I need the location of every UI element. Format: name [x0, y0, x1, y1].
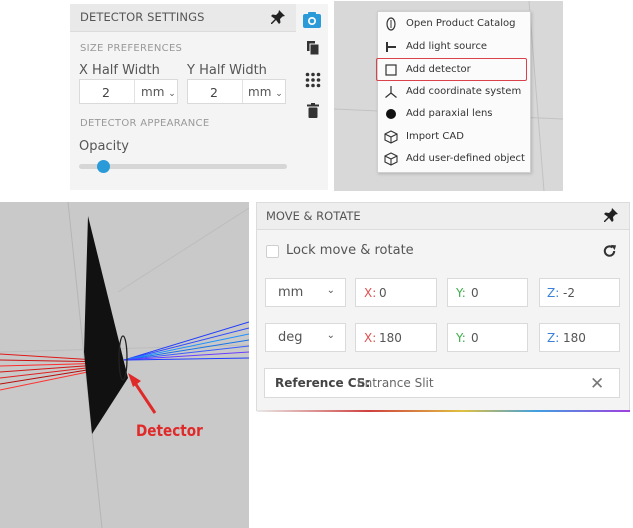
rotation-x-axis: X: [364, 331, 377, 345]
menu-item-add-light-source[interactable]: Add light source [378, 36, 530, 58]
detector-appearance-heading: DETECTOR APPEARANCE [80, 118, 210, 129]
bottom-accent-strip [257, 410, 630, 412]
x-half-width-value: 2 [102, 85, 110, 100]
user-object-icon [384, 152, 398, 166]
size-preferences-heading: SIZE PREFERENCES [80, 43, 183, 54]
chevron-down-icon: ⌄ [326, 285, 335, 296]
rotation-y-input[interactable]: Y: 0 [447, 323, 528, 352]
menu-item-add-paraxial-lens[interactable]: Add paraxial lens [378, 103, 530, 125]
chevron-down-icon: ⌄ [275, 89, 283, 99]
translation-y-value: 0 [471, 286, 479, 300]
copy-icon[interactable] [306, 40, 320, 56]
chevron-down-icon: ⌄ [168, 89, 176, 99]
scene-render [0, 202, 249, 528]
rotation-y-axis: Y: [456, 331, 466, 345]
rotation-unit-value: deg [278, 330, 303, 345]
rotation-y-value: 0 [471, 331, 479, 345]
coordinate-system-icon [385, 86, 397, 98]
3d-viewport[interactable] [0, 202, 249, 528]
translation-y-axis: Y: [456, 286, 466, 300]
x-unit-divider [134, 80, 135, 103]
detector-arrowhead [128, 373, 141, 387]
blue-rays [123, 321, 249, 361]
pin-icon[interactable] [603, 207, 619, 223]
detector-arrow [131, 379, 157, 414]
translation-x-axis: X: [364, 286, 377, 300]
reference-cs-label: Reference CS: [275, 376, 371, 390]
pin-icon[interactable] [270, 9, 286, 25]
detector-annotation: Detector [136, 421, 203, 440]
lock-move-rotate-label: Lock move & rotate [286, 243, 414, 258]
add-detector-highlight [376, 58, 527, 81]
opacity-label: Opacity [79, 139, 130, 154]
catalog-icon [386, 17, 396, 31]
x-half-width-label: X Half Width [79, 63, 160, 78]
menu-item-add-coordinate-system[interactable]: Add coordinate system [378, 81, 530, 103]
rotation-unit-select[interactable]: deg ⌄ [265, 323, 346, 352]
rotation-z-value: 180 [563, 331, 586, 345]
reset-icon[interactable] [602, 243, 617, 259]
y-unit-select[interactable]: mm ⌄ [248, 85, 283, 99]
rotation-z-axis: Z: [547, 331, 560, 345]
menu-item-label: Add user-defined object [406, 153, 525, 164]
reference-cs-value: Entrance Slit [357, 376, 434, 390]
move-rotate-title: MOVE & ROTATE [266, 209, 361, 223]
opacity-slider[interactable] [79, 164, 287, 169]
translation-y-input[interactable]: Y: 0 [447, 278, 528, 307]
detector-settings-title: DETECTOR SETTINGS [80, 10, 205, 24]
menu-item-import-cad[interactable]: Import CAD [378, 126, 530, 148]
translation-unit-value: mm [278, 285, 304, 300]
y-unit-divider [242, 80, 243, 103]
menu-item-label: Add paraxial lens [406, 108, 493, 119]
translation-x-value: 0 [379, 286, 387, 300]
grid-icon[interactable] [305, 72, 321, 88]
y-half-width-value: 2 [210, 85, 218, 100]
cad-icon [384, 130, 398, 144]
slit-plate [84, 216, 128, 434]
chevron-down-icon: ⌄ [326, 330, 335, 341]
x-unit-value: mm [141, 85, 165, 99]
lock-move-rotate-checkbox[interactable] [266, 245, 279, 258]
translation-unit-select[interactable]: mm ⌄ [265, 278, 346, 307]
y-half-width-label: Y Half Width [187, 63, 267, 78]
menu-item-label: Open Product Catalog [406, 18, 516, 29]
light-source-icon [386, 42, 396, 52]
close-icon[interactable]: ✕ [590, 374, 604, 394]
translation-z-input[interactable]: Z: -2 [539, 278, 620, 307]
trash-icon[interactable] [307, 103, 319, 118]
translation-z-axis: Z: [547, 286, 560, 300]
camera-icon[interactable] [302, 11, 322, 29]
menu-item-add-user-defined-object[interactable]: Add user-defined object [378, 148, 530, 170]
translation-x-input[interactable]: X: 0 [355, 278, 437, 307]
rotation-z-input[interactable]: Z: 180 [539, 323, 620, 352]
paraxial-lens-icon [386, 109, 396, 119]
menu-item-open-product-catalog[interactable]: Open Product Catalog [378, 13, 530, 35]
x-unit-select[interactable]: mm ⌄ [141, 85, 176, 99]
y-unit-value: mm [248, 85, 272, 99]
menu-item-label: Add coordinate system [406, 86, 522, 97]
rotation-x-value: 180 [379, 331, 402, 345]
side-toolbar [296, 4, 328, 190]
menu-item-label: Import CAD [406, 131, 464, 142]
translation-z-value: -2 [563, 286, 575, 300]
menu-item-label: Add light source [406, 41, 488, 52]
rotation-x-input[interactable]: X: 180 [355, 323, 437, 352]
